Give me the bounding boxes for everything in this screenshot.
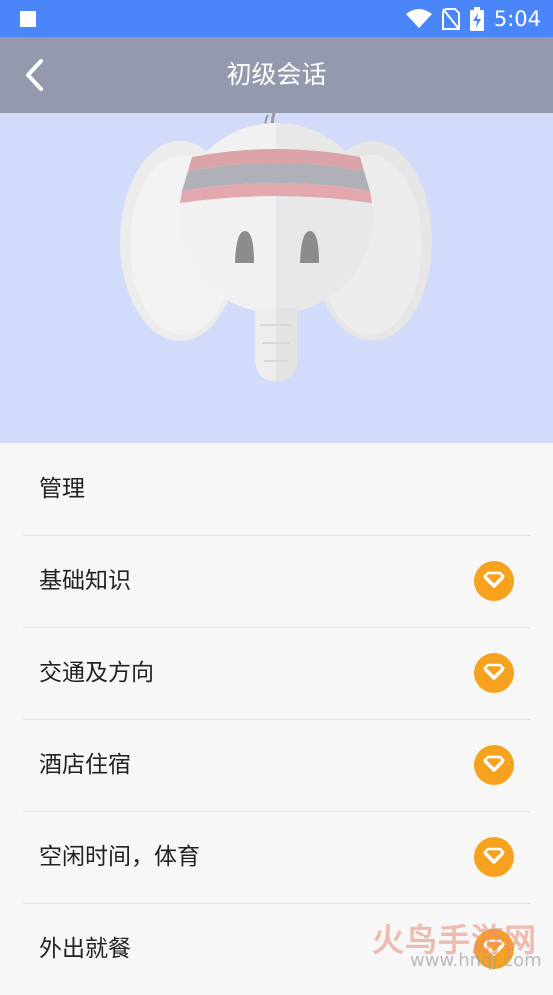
list-item[interactable]: 基础知识 <box>23 535 530 628</box>
no-sim-icon <box>441 7 460 30</box>
wifi-icon <box>405 8 432 28</box>
list-item-label: 酒店住宿 <box>39 752 131 778</box>
lesson-list: 管理 基础知识 交通及方向 酒店住宿 空闲时间，体育 外出就餐 <box>0 443 553 983</box>
premium-diamond-icon <box>474 837 514 877</box>
list-item[interactable]: 管理 <box>23 443 530 536</box>
list-item[interactable]: 空闲时间，体育 <box>23 811 530 904</box>
list-item-label: 基础知识 <box>39 568 131 594</box>
page-title: 初级会话 <box>226 60 327 89</box>
notification-icon <box>20 11 36 27</box>
app-bar: 初级会话 <box>0 37 553 113</box>
list-item-label: 空闲时间，体育 <box>39 844 200 870</box>
list-item-label: 外出就餐 <box>39 936 131 962</box>
status-bar: 5:04 <box>0 0 553 37</box>
premium-diamond-icon <box>474 745 514 785</box>
premium-diamond-icon <box>474 561 514 601</box>
elephant-illustration <box>120 113 432 381</box>
watermark-url: www.hnqj.com <box>410 950 542 971</box>
battery-charging-icon <box>469 6 484 31</box>
premium-diamond-icon <box>474 653 514 693</box>
list-item[interactable]: 交通及方向 <box>23 627 530 720</box>
clock: 5:04 <box>493 6 541 31</box>
list-item-label: 交通及方向 <box>39 660 154 686</box>
list-item-label: 管理 <box>39 476 85 502</box>
list-item[interactable]: 酒店住宿 <box>23 719 530 812</box>
hero-banner <box>0 113 553 443</box>
